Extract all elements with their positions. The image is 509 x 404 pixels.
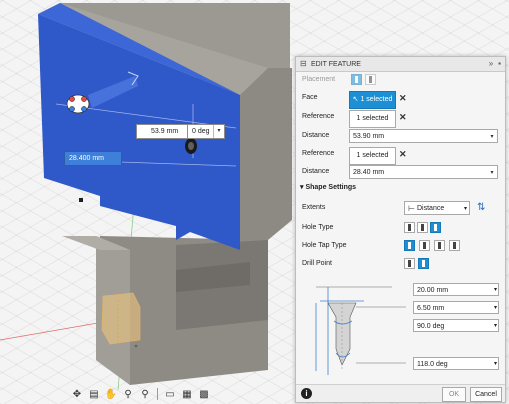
face-label: Face	[302, 94, 318, 101]
placement-label: Placement	[302, 76, 336, 83]
close-icon[interactable]: ▪	[498, 59, 501, 68]
pan-icon[interactable]: ▤	[87, 387, 101, 401]
distance-2-row: Distance 28.40 mm ▾	[296, 164, 505, 182]
collapse-triangle-icon[interactable]: ▾	[300, 184, 304, 191]
drill-point-row: Drill Point	[296, 256, 505, 274]
zoom-fit-icon[interactable]: ⚲	[138, 387, 152, 401]
flip-direction-icon[interactable]: ⇅	[477, 202, 485, 213]
clearance-tap-icon[interactable]	[419, 240, 430, 251]
chevron-down-icon[interactable]: ▾	[494, 302, 497, 315]
shape-settings-header[interactable]: ▾ Shape Settings	[300, 183, 356, 191]
drill-point-angle-input[interactable]: 118.0 deg ▾	[413, 357, 499, 370]
extents-dropdown[interactable]: ⊢ Distance ▾	[404, 201, 470, 215]
info-icon[interactable]: i	[301, 388, 312, 399]
countersink-hole-icon[interactable]	[430, 222, 441, 233]
clear-reference-1-icon[interactable]: ✕	[399, 112, 407, 123]
angle-drill-point-icon[interactable]	[418, 258, 429, 269]
reference-2-row: Reference 1 selected ✕	[296, 146, 505, 165]
hole-tap-type-row: Hole Tap Type	[296, 238, 505, 256]
multiple-hole-placement-icon[interactable]	[365, 74, 376, 85]
hole-preview	[101, 292, 141, 345]
reference-1-selection-button[interactable]: 1 selected	[349, 110, 396, 128]
cursor-icon: ↖	[352, 96, 359, 103]
distance-1-input[interactable]: 53.90 mm ▾	[349, 129, 498, 143]
navigation-toolbar: ✥ ▤ ✋ ⚲ ⚲ ▭ ▦ ▩	[70, 386, 211, 402]
hole-type-label: Hole Type	[302, 224, 334, 231]
block-side-face	[240, 68, 292, 250]
distance-2-input[interactable]: 28.40 mm ▾	[349, 165, 498, 179]
panel-scrollbar[interactable]	[500, 73, 504, 373]
hole-depth-input[interactable]: 20.00 mm ▾	[413, 283, 499, 296]
distance-extent-icon: ⊢	[408, 204, 415, 213]
clear-face-icon[interactable]: ✕	[399, 93, 407, 104]
chevron-down-icon[interactable]: ▾	[464, 202, 467, 216]
countersink-angle-input[interactable]: 90.0 deg ▾	[413, 319, 499, 332]
chevron-down-icon[interactable]: ▾	[494, 320, 497, 333]
reference-1-label: Reference	[302, 113, 335, 120]
chevron-down-icon[interactable]: ▾	[494, 358, 497, 371]
angle-tooltip-field[interactable]: 0 deg ▾	[187, 124, 225, 139]
reference-2-selection-button[interactable]: 1 selected	[349, 147, 396, 165]
offset-value-field[interactable]: 28.400 mm	[64, 151, 122, 166]
distance-1-label: Distance	[302, 132, 330, 139]
panel-header[interactable]: ⊟ EDIT FEATURE » ▪	[296, 57, 505, 72]
chevron-down-icon[interactable]: ▾	[487, 130, 497, 142]
hole-tap-type-label: Hole Tap Type	[302, 242, 347, 249]
clear-reference-2-icon[interactable]: ✕	[399, 149, 407, 160]
cancel-button[interactable]: Cancel	[470, 387, 502, 402]
chevron-down-icon[interactable]: ▾	[494, 284, 497, 297]
counterbore-hole-icon[interactable]	[417, 222, 428, 233]
distance-1-row: Distance 53.90 mm ▾	[296, 128, 505, 146]
collapse-panel-icon[interactable]: ⊟	[300, 60, 308, 68]
distance-2-label: Distance	[302, 168, 330, 175]
extents-row: Extents ⊢ Distance ▾ ⇅	[296, 200, 505, 218]
reference-1-row: Reference 1 selected ✕	[296, 109, 505, 128]
expand-icon[interactable]: »	[489, 59, 493, 68]
distance-tooltip-field[interactable]: 53.9 mm	[136, 124, 190, 139]
zoom-icon[interactable]: ⚲	[121, 387, 135, 401]
hole-type-row: Hole Type	[296, 220, 505, 238]
flat-drill-point-icon[interactable]	[404, 258, 415, 269]
hole-shape-diagram	[315, 286, 406, 375]
simple-hole-icon[interactable]	[404, 222, 415, 233]
taper-tapped-icon[interactable]	[449, 240, 460, 251]
face-selection-button[interactable]: ↖ 1 selected	[349, 91, 396, 109]
display-settings-icon[interactable]: ▭	[163, 387, 177, 401]
extents-label: Extents	[302, 204, 326, 211]
hole-diameter-input[interactable]: 6.50 mm ▾	[413, 301, 499, 314]
simple-tap-icon[interactable]	[404, 240, 415, 251]
single-hole-placement-icon[interactable]	[351, 74, 362, 85]
chevron-down-icon[interactable]: ▾	[213, 125, 224, 138]
drill-point-label: Drill Point	[302, 260, 332, 267]
tapped-icon[interactable]	[434, 240, 445, 251]
visual-style-icon[interactable]: ▦	[180, 387, 194, 401]
placement-row: Placement	[296, 72, 505, 90]
manipulator-widget	[66, 94, 90, 114]
orbit-icon[interactable]: ✥	[70, 387, 84, 401]
reference-2-label: Reference	[302, 150, 335, 157]
edit-feature-panel: ⊟ EDIT FEATURE » ▪ Placement Face ↖ 1 se…	[295, 56, 506, 403]
face-row: Face ↖ 1 selected ✕	[296, 90, 505, 109]
panel-footer: i OK Cancel	[296, 384, 505, 402]
ok-button[interactable]: OK	[442, 387, 466, 402]
panel-title: EDIT FEATURE	[311, 60, 361, 68]
grid-icon[interactable]: ▩	[197, 387, 211, 401]
hand-pan-icon[interactable]: ✋	[104, 387, 118, 401]
chevron-down-icon[interactable]: ▾	[487, 166, 497, 178]
